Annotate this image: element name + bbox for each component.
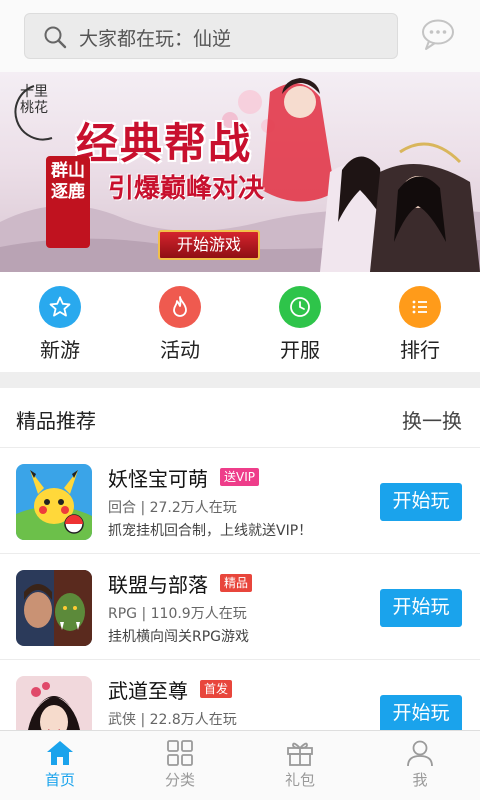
promo-banner[interactable]: 十里桃花 经典帮战 引爆巅峰对决 群山逐鹿 开始游戏	[0, 72, 480, 272]
featured-title: 精品推荐	[16, 409, 96, 433]
top-bar: 大家都在玩：仙逆	[0, 0, 480, 72]
game-description: 挂机横向闯关RPG游戏	[108, 629, 250, 645]
nav-ranking-label: 排行	[400, 338, 440, 362]
game-thumbnail-wudao	[16, 676, 92, 730]
tab-gifts[interactable]: 礼包	[240, 731, 360, 800]
game-badge: 送VIP	[220, 468, 259, 486]
nav-events-label: 活动	[160, 338, 200, 362]
list-item[interactable]: 妖怪宝可萌 送VIP 回合 | 27.2万人在玩 抓宠挂机回合制，上线就送VIP…	[0, 448, 480, 554]
tab-gifts-label: 礼包	[284, 771, 315, 789]
section-divider	[0, 372, 480, 388]
star-icon	[49, 296, 71, 317]
start-play-button[interactable]: 开始玩	[380, 589, 462, 627]
game-meta: RPG | 110.9万人在玩	[108, 606, 247, 622]
user-icon	[407, 740, 433, 767]
nav-server-open-label: 开服	[280, 338, 320, 362]
game-badge: 精品	[220, 574, 253, 592]
game-thumbnail-pokemon	[16, 464, 92, 540]
gift-icon	[287, 742, 313, 766]
server-open-icon-bg	[279, 286, 321, 328]
app-screen: 大家都在玩：仙逆 十里桃花 经典帮战 引爆巅峰对决 群山逐鹿 开始游戏 新游 活…	[0, 0, 480, 800]
banner-start-button[interactable]: 开始游戏	[158, 230, 260, 260]
game-meta: 武侠 | 22.8万人在玩	[108, 712, 237, 728]
search-icon	[44, 26, 67, 49]
nav-new-games[interactable]: 新游	[20, 286, 100, 366]
search-placeholder: 大家都在玩：仙逆	[79, 28, 232, 50]
bottom-tab-bar: 首页 分类 礼包 我	[0, 730, 480, 800]
banner-subline: 引爆巅峰对决	[108, 174, 265, 204]
banner-headline: 经典帮战	[76, 119, 253, 168]
game-description: 抓宠挂机回合制，上线就送VIP！	[108, 523, 313, 539]
list-item[interactable]: 联盟与部落 精品 RPG | 110.9万人在玩 挂机横向闯关RPG游戏 开始玩	[0, 554, 480, 660]
game-name: 武道至尊	[108, 679, 188, 703]
search-input[interactable]: 大家都在玩：仙逆	[24, 13, 398, 59]
home-icon	[47, 741, 73, 765]
game-name: 联盟与部落	[108, 573, 208, 597]
flame-icon	[173, 296, 187, 317]
nav-server-open[interactable]: 开服	[260, 286, 340, 366]
game-badge: 首发	[200, 680, 233, 698]
tab-categories[interactable]: 分类	[120, 731, 240, 800]
quick-nav: 新游 活动 开服 排行	[0, 272, 480, 372]
events-icon-bg	[159, 286, 201, 328]
list-item[interactable]: 武道至尊 首发 武侠 | 22.8万人在玩 开始玩	[0, 660, 480, 730]
nav-events[interactable]: 活动	[140, 286, 220, 366]
list-icon	[412, 300, 427, 314]
ranking-icon-bg	[399, 286, 441, 328]
banner-seal: 群山逐鹿	[46, 156, 90, 248]
tab-me[interactable]: 我	[360, 731, 480, 800]
grid-icon	[167, 740, 193, 766]
featured-header: 精品推荐 换一换	[0, 388, 480, 448]
game-meta: 回合 | 27.2万人在玩	[108, 500, 237, 516]
refresh-button[interactable]: 换一换	[402, 405, 462, 434]
start-play-button[interactable]: 开始玩	[380, 483, 462, 521]
new-games-icon-bg	[39, 286, 81, 328]
game-thumbnail-alliance	[16, 570, 92, 646]
tab-home-label: 首页	[44, 771, 75, 789]
message-icon[interactable]	[420, 17, 456, 53]
tab-home[interactable]: 首页	[0, 731, 120, 800]
game-name: 妖怪宝可萌	[108, 467, 208, 491]
game-list: 妖怪宝可萌 送VIP 回合 | 27.2万人在玩 抓宠挂机回合制，上线就送VIP…	[0, 448, 480, 730]
nav-new-games-label: 新游	[40, 338, 80, 362]
clock-icon	[290, 297, 310, 317]
brand-logo: 十里桃花	[20, 84, 48, 116]
nav-ranking[interactable]: 排行	[380, 286, 460, 366]
tab-me-label: 我	[412, 771, 428, 789]
start-play-button[interactable]: 开始玩	[380, 695, 462, 730]
tab-categories-label: 分类	[164, 771, 195, 789]
